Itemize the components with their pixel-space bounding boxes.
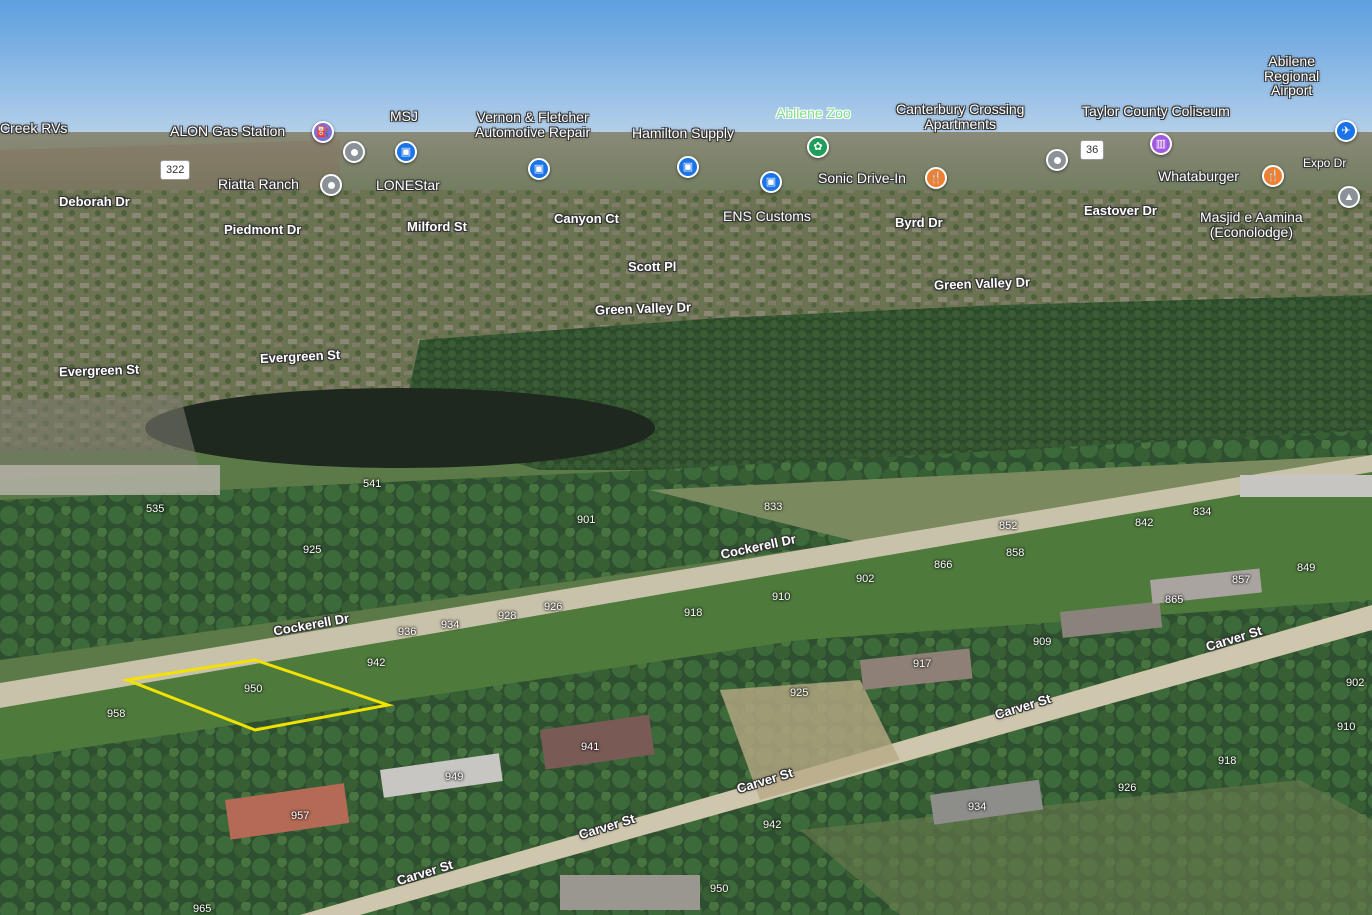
street-evergreen-st: Evergreen St — [58, 361, 140, 380]
address-label: 958 — [107, 708, 126, 720]
address-label: 909 — [1033, 636, 1052, 648]
shopping-bag-icon[interactable]: ▣ — [677, 156, 699, 178]
fork-knife-icon[interactable]: 🍴 — [925, 167, 947, 189]
venue-icon[interactable]: ▥ — [1150, 133, 1172, 155]
address-label: 934 — [968, 801, 987, 813]
address-label: 902 — [856, 573, 875, 585]
place-pin-icon[interactable] — [343, 141, 365, 163]
street-green-valley-dr: Green Valley Dr — [933, 274, 1031, 293]
poi-riatta-ranch[interactable]: Riatta Ranch — [218, 177, 299, 192]
address-label: 934 — [441, 619, 460, 631]
poi-ens-customs[interactable]: ENS Customs — [723, 209, 811, 224]
poi-msj[interactable]: MSJ — [390, 109, 418, 124]
address-label: 902 — [1346, 677, 1365, 689]
address-label: 941 — [581, 741, 600, 753]
poi-abilene-zoo[interactable]: Abilene Zoo — [776, 106, 851, 121]
address-label: 535 — [146, 503, 165, 515]
poi-canterbury-crossing[interactable]: Canterbury Crossing Apartments — [896, 102, 1024, 132]
poi-creek-rvs[interactable]: Creek RVs — [0, 121, 67, 136]
address-label: 925 — [790, 687, 809, 699]
fork-knife-icon[interactable]: 🍴 — [1262, 165, 1284, 187]
address-label: 950 — [244, 683, 263, 695]
address-label: 928 — [498, 610, 517, 622]
street-piedmont-dr: Piedmont Dr — [224, 222, 302, 237]
poi-alon-gas-station[interactable]: ALON Gas Station — [170, 124, 285, 139]
poi-masjid-e-aamina[interactable]: Masjid e Aamina (Econolodge) — [1200, 210, 1303, 240]
poi-whataburger[interactable]: Whataburger — [1158, 169, 1239, 184]
street-milford-st: Milford St — [407, 219, 467, 234]
address-label: 957 — [291, 810, 310, 822]
address-label: 926 — [544, 601, 563, 613]
school-icon[interactable]: ▲ — [1338, 186, 1360, 208]
poi-vernon-fletcher[interactable]: Vernon & Fletcher Automotive Repair — [475, 110, 590, 140]
route-36-shield: 36 — [1080, 140, 1105, 160]
address-label: 842 — [1135, 517, 1154, 529]
address-label: 949 — [445, 771, 464, 783]
address-label: 925 — [303, 544, 322, 556]
street-canyon-ct: Canyon Ct — [554, 211, 619, 226]
address-label: 541 — [363, 478, 382, 490]
address-label: 926 — [1118, 782, 1137, 794]
poi-lonestar[interactable]: LONEStar — [376, 178, 440, 193]
shopping-bag-icon[interactable]: ▣ — [395, 141, 417, 163]
address-label: 857 — [1232, 574, 1251, 586]
address-label: 936 — [398, 626, 417, 638]
shopping-bag-icon[interactable]: ▣ — [760, 171, 782, 193]
address-label: 950 — [710, 883, 729, 895]
address-label: 918 — [1218, 755, 1237, 767]
map-view[interactable]: Creek RVs ALON Gas Station ⛽ MSJ ▣ Verno… — [0, 0, 1372, 915]
poi-sonic-drive-in[interactable]: Sonic Drive-In — [818, 171, 906, 186]
street-scott-pl: Scott Pl — [628, 259, 677, 274]
address-label: 849 — [1297, 562, 1316, 574]
address-label: 910 — [772, 591, 791, 603]
address-label: 918 — [684, 607, 703, 619]
street-eastover-dr: Eastover Dr — [1084, 203, 1157, 218]
street-deborah-dr: Deborah Dr — [59, 194, 130, 209]
gas-station-icon[interactable]: ⛽ — [312, 121, 334, 143]
route-322-shield: 322 — [160, 160, 191, 180]
paw-icon[interactable]: ✿ — [807, 136, 829, 158]
street-green-valley-dr: Green Valley Dr — [594, 299, 692, 318]
address-label: 917 — [913, 658, 932, 670]
address-label: 965 — [193, 903, 212, 915]
address-label: 910 — [1337, 721, 1356, 733]
address-label: 865 — [1165, 594, 1184, 606]
street-byrd-dr: Byrd Dr — [895, 215, 943, 230]
address-label: 866 — [934, 559, 953, 571]
poi-abilene-regional-airport[interactable]: Abilene Regional Airport — [1264, 54, 1319, 98]
place-pin-icon[interactable] — [320, 174, 342, 196]
address-label: 858 — [1006, 547, 1025, 559]
street-expo-dr: Expo Dr — [1303, 156, 1347, 170]
address-label: 834 — [1193, 506, 1212, 518]
address-label: 942 — [367, 657, 386, 669]
address-label: 942 — [763, 819, 782, 831]
address-label: 833 — [764, 501, 783, 513]
poi-taylor-county-coliseum[interactable]: Taylor County Coliseum — [1082, 104, 1230, 119]
shopping-bag-icon[interactable]: ▣ — [528, 158, 550, 180]
poi-hamilton-supply[interactable]: Hamilton Supply — [632, 126, 734, 141]
place-pin-icon[interactable] — [1046, 149, 1068, 171]
address-label: 901 — [577, 514, 596, 526]
address-label: 852 — [999, 520, 1018, 532]
airplane-icon[interactable]: ✈ — [1335, 120, 1357, 142]
